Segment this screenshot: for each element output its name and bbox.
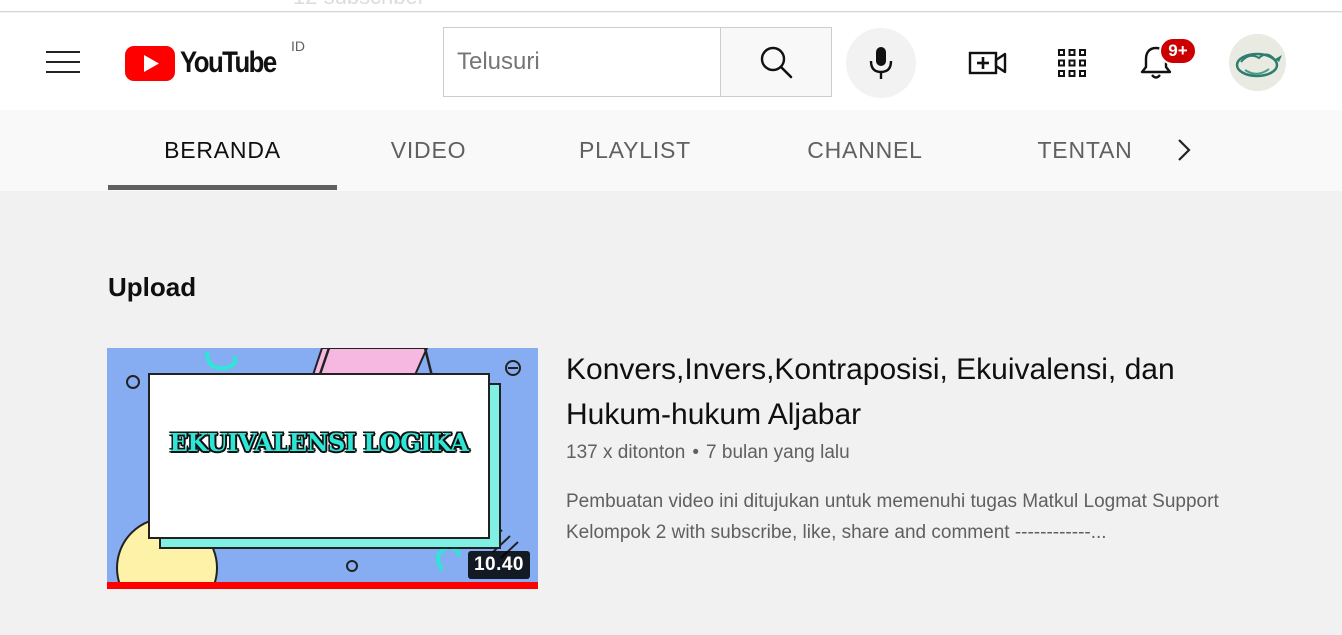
youtube-logo[interactable]: YouTube [125,43,291,83]
browser-top-strip: 12 subscriber [0,0,1342,12]
masthead: YouTube ID Telusuri 9+ [0,13,1342,110]
video-description: Pembuatan video ini ditujukan untuk meme… [566,491,1219,543]
chevron-right-icon [1178,139,1191,161]
view-count: 137 x ditonton [566,442,686,463]
youtube-play-logo-icon [125,45,175,81]
channel-tabs: BERANDA VIDEO PLAYLIST CHANNEL TENTAN [0,110,1342,191]
video-duration: 10.40 [467,551,530,579]
avatar[interactable] [1229,34,1286,91]
apps-button[interactable] [1047,38,1097,88]
section-title[interactable]: Upload [108,272,196,303]
video-title[interactable]: Konvers,Invers,Kontraposisi, Ekuivalensi… [566,347,1206,437]
active-tab-indicator [108,185,337,190]
apps-grid-icon [1058,49,1086,77]
video-thumbnail[interactable]: EKUIVALENSI LOGIKA 10.40 [107,348,538,589]
country-code: ID [291,38,305,54]
notification-badge: 9+ [1159,37,1197,65]
tab-playlist[interactable]: PLAYLIST [540,110,730,191]
logo-text: YouTube [180,46,277,79]
create-video-button[interactable] [963,38,1013,88]
search-button[interactable] [720,27,832,97]
ghost-subscriber-text: 12 subscriber [293,0,425,10]
upload-age: 7 bulan yang lalu [706,442,850,463]
search-input[interactable] [444,28,721,96]
tabs-next-button[interactable] [1164,130,1204,170]
video-create-icon [968,51,1007,75]
avatar-image [1229,34,1286,91]
tab-tentang[interactable]: TENTAN [1020,110,1150,191]
tab-channel[interactable]: CHANNEL [770,110,960,191]
tab-video[interactable]: VIDEO [337,110,520,191]
thumbnail-title: EKUIVALENSI LOGIKA [169,428,469,457]
watched-progress-bar [107,582,538,589]
tab-beranda[interactable]: BERANDA [108,110,337,191]
search-icon [760,46,793,79]
microphone-icon [869,47,893,79]
video-meta: 137 x ditonton • 7 bulan yang lalu [566,442,850,464]
search-box[interactable] [443,27,721,97]
hamburger-menu-icon[interactable] [46,49,80,75]
meta-separator: • [692,442,700,463]
voice-search-button[interactable] [846,28,916,98]
